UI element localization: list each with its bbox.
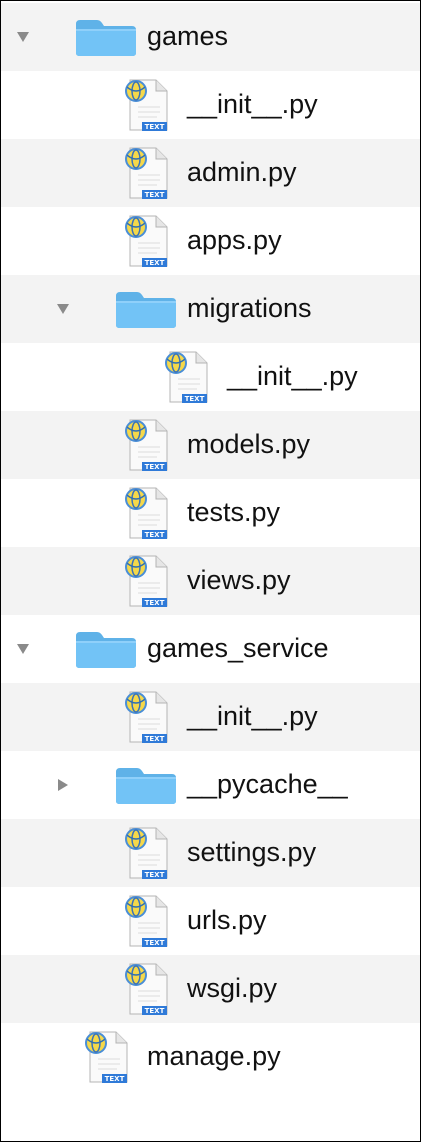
python-file-icon: TEXT [155, 343, 217, 411]
file-row[interactable]: TEXT apps.py [1, 207, 420, 275]
folder-row[interactable]: games [1, 3, 420, 71]
triangle-down-icon [17, 32, 29, 42]
file-row[interactable]: TEXT wsgi.py [1, 955, 420, 1023]
python-file-icon: TEXT [75, 1023, 137, 1091]
folder-icon [75, 3, 137, 71]
text-badge-label: TEXT [145, 463, 165, 471]
file-name: admin.py [187, 157, 297, 187]
text-badge-label: TEXT [145, 531, 165, 539]
folder-name: games_service [147, 633, 329, 663]
python-file-icon: TEXT [115, 819, 177, 887]
file-row[interactable]: TEXT __init__.py [1, 343, 420, 411]
file-name: urls.py [187, 905, 267, 935]
text-badge-label: TEXT [145, 123, 165, 131]
folder-row[interactable]: __pycache__ [1, 751, 420, 819]
text-badge-label: TEXT [145, 871, 165, 879]
disclosure-expanded-icon[interactable] [13, 3, 33, 71]
text-badge-label: TEXT [145, 191, 165, 199]
triangle-down-icon [57, 304, 69, 314]
file-name: wsgi.py [187, 973, 278, 1003]
text-badge-label: TEXT [145, 1007, 165, 1015]
folder-row[interactable]: migrations [1, 275, 420, 343]
folder-name: __pycache__ [187, 769, 348, 799]
text-badge-label: TEXT [145, 259, 165, 267]
disclosure-collapsed-icon[interactable] [53, 751, 73, 819]
python-file-icon: TEXT [115, 683, 177, 751]
python-file-icon: TEXT [115, 411, 177, 479]
folder-icon [115, 751, 177, 819]
file-tree: games TEXT __init__.py TEXT admin.py TEXT apps… [0, 0, 421, 1142]
file-row[interactable]: TEXT admin.py [1, 139, 420, 207]
file-name: settings.py [187, 837, 317, 867]
folder-icon [115, 275, 177, 343]
python-file-icon: TEXT [115, 547, 177, 615]
file-name: __init__.py [187, 89, 318, 119]
python-file-icon: TEXT [115, 955, 177, 1023]
file-name: __init__.py [227, 361, 358, 391]
file-row[interactable]: TEXT models.py [1, 411, 420, 479]
triangle-down-icon [17, 644, 29, 654]
file-name: views.py [187, 565, 291, 595]
file-name: models.py [187, 429, 311, 459]
text-badge-label: TEXT [145, 735, 165, 743]
text-badge-label: TEXT [145, 939, 165, 947]
file-name: manage.py [147, 1041, 281, 1071]
disclosure-expanded-icon[interactable] [13, 615, 33, 683]
file-name: tests.py [187, 497, 281, 527]
disclosure-expanded-icon[interactable] [53, 275, 73, 343]
file-row[interactable]: TEXT manage.py [1, 1023, 420, 1091]
text-badge-label: TEXT [105, 1075, 125, 1083]
file-name: apps.py [187, 225, 282, 255]
file-row[interactable]: TEXT views.py [1, 547, 420, 615]
python-file-icon: TEXT [115, 887, 177, 955]
folder-name: migrations [187, 293, 312, 323]
folder-icon [75, 615, 137, 683]
text-badge-label: TEXT [185, 395, 205, 403]
text-badge-label: TEXT [145, 599, 165, 607]
python-file-icon: TEXT [115, 207, 177, 275]
python-file-icon: TEXT [115, 139, 177, 207]
file-row[interactable]: TEXT settings.py [1, 819, 420, 887]
triangle-right-icon [58, 779, 68, 791]
file-row[interactable]: TEXT __init__.py [1, 683, 420, 751]
file-row[interactable]: TEXT urls.py [1, 887, 420, 955]
python-file-icon: TEXT [115, 71, 177, 139]
python-file-icon: TEXT [115, 479, 177, 547]
folder-name: games [147, 21, 229, 51]
folder-row[interactable]: games_service [1, 615, 420, 683]
file-row[interactable]: TEXT tests.py [1, 479, 420, 547]
file-row[interactable]: TEXT __init__.py [1, 71, 420, 139]
file-name: __init__.py [187, 701, 318, 731]
